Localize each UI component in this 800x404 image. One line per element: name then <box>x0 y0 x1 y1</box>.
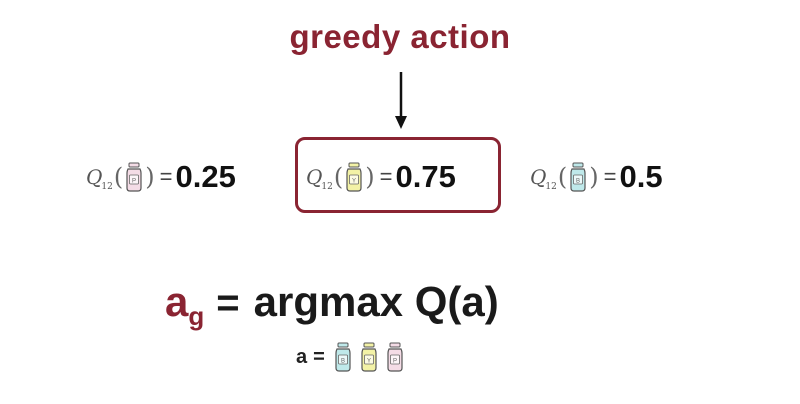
svg-text:B: B <box>576 179 580 185</box>
q-value-number: 0.75 <box>395 159 456 194</box>
pink-bottle-icon: P <box>124 162 144 192</box>
q-symbol: Q <box>306 165 323 189</box>
domain-equals: = <box>313 345 325 368</box>
svg-text:Y: Y <box>367 359 371 365</box>
q-value-pink: Q 12 ( P ) = 0.25 <box>86 159 236 194</box>
svg-text:P: P <box>393 359 397 365</box>
down-arrow-icon <box>395 72 407 129</box>
greedy-action-label: greedy action <box>289 18 511 55</box>
svg-text:P: P <box>132 179 136 185</box>
formula-lhs: a <box>165 278 189 325</box>
formula-lhs-subscript: g <box>188 301 205 331</box>
q-symbol: Q <box>530 165 547 189</box>
svg-text:Y: Y <box>352 179 356 185</box>
svg-text:B: B <box>341 359 345 365</box>
greedy-formula: ag = argmax Q(a) <box>165 278 499 338</box>
domain-label: a <box>296 345 308 368</box>
yellow-bottle-icon: Y <box>344 162 364 192</box>
q-value-yellow: Q 12 ( Y ) = 0.75 <box>306 159 456 194</box>
pink-bottle-icon: P <box>385 342 405 372</box>
teal-bottle-icon: B <box>333 342 353 372</box>
q-symbol: Q <box>86 165 103 189</box>
formula-rhs: argmax Q(a) <box>253 278 499 325</box>
q-subscript: 12 <box>101 182 113 192</box>
yellow-bottle-icon: Y <box>359 342 379 372</box>
q-subscript: 12 <box>321 182 333 192</box>
action-domain: a = B Y P <box>296 341 411 373</box>
q-subscript: 12 <box>545 182 557 192</box>
q-value-number: 0.5 <box>619 159 663 194</box>
q-value-number: 0.25 <box>175 159 236 194</box>
formula-equals: = <box>216 281 240 325</box>
teal-bottle-icon: B <box>568 162 588 192</box>
q-value-teal: Q 12 ( B ) = 0.5 <box>530 159 663 194</box>
